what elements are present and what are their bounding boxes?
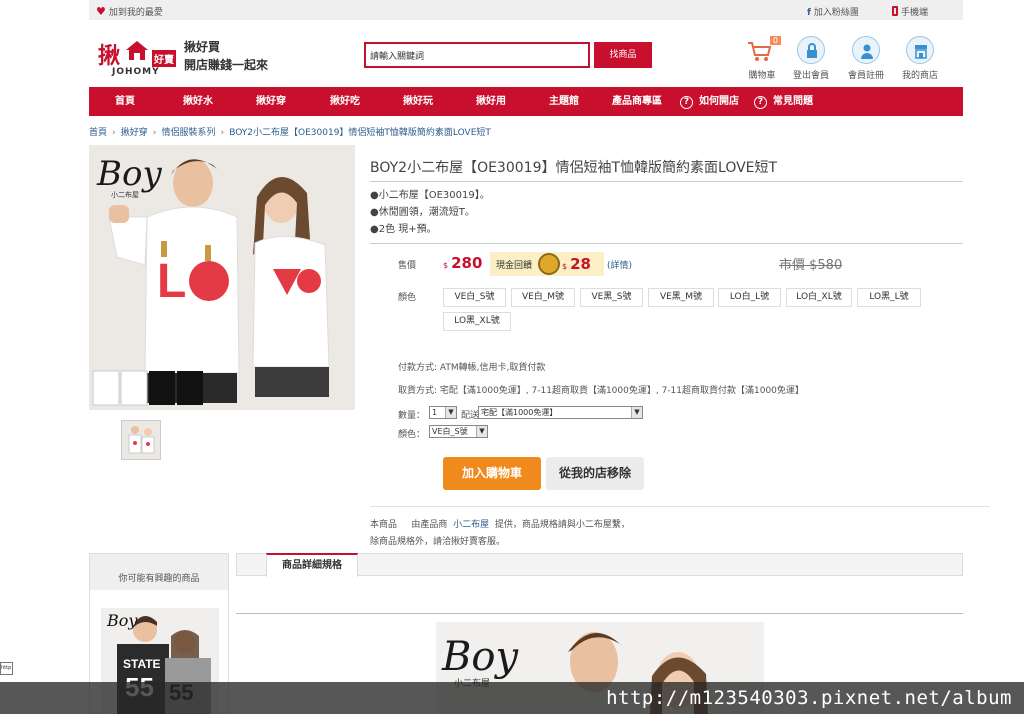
color-option[interactable]: LO白_L號 <box>718 288 781 307</box>
color-option[interactable]: LO黑_XL號 <box>443 312 511 331</box>
heart-icon: ♥ <box>96 5 106 18</box>
watermark-text: http://m123540303.pixnet.net/album <box>606 687 1012 709</box>
chevron-down-icon: ▼ <box>445 407 456 418</box>
nav-item-how-to-open-shop[interactable]: ? 如何開店 <box>680 87 739 116</box>
nav-item-wear[interactable]: 揪好穿 <box>256 87 286 116</box>
color-select-label: 顏色： <box>398 430 426 440</box>
quantity-select[interactable]: 1 ▼ <box>429 406 457 419</box>
svg-text:STATE: STATE <box>123 657 161 671</box>
watermark-banner: http://m123540303.pixnet.net/album <box>0 682 1024 714</box>
nav-item-vendor[interactable]: 產品商專區 <box>612 87 662 116</box>
svg-text:Boy: Boy <box>106 611 138 630</box>
divider <box>370 181 963 182</box>
user-icon <box>861 44 873 59</box>
svg-text:小二布屋: 小二布屋 <box>111 190 139 199</box>
provider-shop-link[interactable]: 小二布屋 <box>453 520 489 530</box>
shipping-methods: 取貨方式: 宅配【滿1000免運】, 7-11超商取貨【滿1000免運】, 7-… <box>398 386 804 396</box>
delivery-select[interactable]: 宅配【滿1000免運】 ▼ <box>478 406 643 419</box>
help-icon: ? <box>754 96 767 109</box>
tab-product-spec[interactable]: 商品詳細規格 <box>266 553 358 577</box>
search-button[interactable]: 找商品 <box>594 42 652 68</box>
my-shop-button[interactable]: 我的商店 <box>892 36 948 81</box>
sale-price: $280 <box>443 254 483 272</box>
market-price: 市價 $580 <box>779 258 843 273</box>
house-logo-icon <box>126 41 148 60</box>
payment-methods: 付款方式: ATM轉帳,信用卡,取貨付款 <box>398 363 546 373</box>
price-label: 售價 <box>398 261 417 271</box>
add-to-cart-button[interactable]: 加入購物車 <box>443 457 541 490</box>
nav-item-water[interactable]: 揪好水 <box>183 87 213 116</box>
logout-button[interactable]: 登出會員 <box>783 36 839 81</box>
cashback-box: 現金回饋 $28 <box>490 252 604 276</box>
color-option[interactable]: LO白_XL號 <box>786 288 852 307</box>
store-icon <box>915 45 927 59</box>
nav-item-play[interactable]: 揪好玩 <box>403 87 433 116</box>
nav-item-faq[interactable]: ? 常見問題 <box>754 87 813 116</box>
breadcrumb-category[interactable]: 揪好穿 <box>121 128 148 138</box>
product-main-image[interactable]: L Boy 小二布屋 <box>89 145 355 410</box>
color-option[interactable]: VE黑_S號 <box>580 288 643 307</box>
nav-item-home[interactable]: 首頁 <box>115 87 135 116</box>
breadcrumb-product[interactable]: BOY2小二布屋【OE30019】情侶短袖T恤韓版簡約素面LOVE短T <box>229 128 491 138</box>
product-thumbnail[interactable] <box>121 420 161 460</box>
svg-text:Boy: Boy <box>96 154 162 194</box>
nav-item-use[interactable]: 揪好用 <box>476 87 506 116</box>
mobile-link[interactable]: 手機端 <box>892 5 928 18</box>
quantity-label: 數量： <box>398 411 426 421</box>
product-highlights: ●小二布屋【OE30019】。 ●休閒圓領，潮流短T。 ●2色 現+預。 <box>370 190 490 235</box>
breadcrumb-home[interactable]: 首頁 <box>89 128 107 138</box>
site-logo[interactable]: 揪 好賣 JOHOMY 揪好買 開店賺錢一起來 <box>98 38 288 80</box>
http-corner-tag: http <box>0 662 13 675</box>
svg-text:Boy: Boy <box>441 634 519 680</box>
nav-item-eat[interactable]: 揪好吃 <box>330 87 360 116</box>
coin-icon <box>538 253 560 275</box>
breadcrumb-series[interactable]: 情侶服裝系列 <box>161 128 215 138</box>
divider <box>370 506 990 507</box>
cart-count-badge: 0 <box>769 36 781 45</box>
product-photo: L Boy 小二布屋 <box>89 145 355 410</box>
thumbnail-photo <box>122 421 160 459</box>
divider <box>370 243 963 244</box>
chevron-down-icon: ▼ <box>631 407 642 418</box>
cart-button[interactable]: 0 購物車 <box>734 36 790 81</box>
color-label: 顏色 <box>398 293 417 303</box>
search-input[interactable]: 請輸入關鍵詞 <box>364 42 590 68</box>
add-favorite-link[interactable]: ♥ 加到我的最愛 <box>96 5 163 18</box>
register-button[interactable]: 會員註冊 <box>838 36 894 81</box>
fan-page-link[interactable]: f 加入粉絲團 <box>807 5 859 18</box>
nav-item-theme[interactable]: 主題館 <box>549 87 579 116</box>
top-bar: ♥ 加到我的最愛 f 加入粉絲團 手機端 <box>89 0 963 20</box>
facebook-icon: f <box>807 8 811 18</box>
product-title: BOY2小二布屋【OE30019】情侶短袖T恤韓版簡約素面LOVE短T <box>370 160 778 176</box>
remove-from-shop-button[interactable]: 從我的店移除 <box>546 457 644 490</box>
breadcrumb: 首頁 › 揪好穿 › 情侶服裝系列 › BOY2小二布屋【OE30019】情侶短袖T恤韓版簡… <box>89 128 491 138</box>
color-select[interactable]: VE白_S號 ▼ <box>429 425 488 438</box>
color-option[interactable]: VE白_M號 <box>511 288 575 307</box>
svg-text:L: L <box>157 255 186 308</box>
divider <box>236 613 963 614</box>
provider-info: 本商品 由產品商 小二布屋 提供，商品規格請與小二布屋繫， 除商品規格外，請洽揪… <box>370 520 630 547</box>
sidebar-title: 你可能有興趣的商品 <box>90 554 228 590</box>
main-nav: 首頁 揪好水 揪好穿 揪好吃 揪好玩 揪好用 主題館 產品商專區 ? 如何開店 ?… <box>89 87 963 116</box>
lock-icon <box>807 43 817 58</box>
color-option[interactable]: LO黑_L號 <box>857 288 921 307</box>
mobile-phone-icon <box>892 6 898 16</box>
color-option[interactable]: VE黑_M號 <box>648 288 714 307</box>
cashback-detail-link[interactable]: (詳情) <box>607 258 632 271</box>
help-icon: ? <box>680 96 693 109</box>
chevron-down-icon: ▼ <box>476 426 487 437</box>
color-option[interactable]: VE白_S號 <box>443 288 506 307</box>
